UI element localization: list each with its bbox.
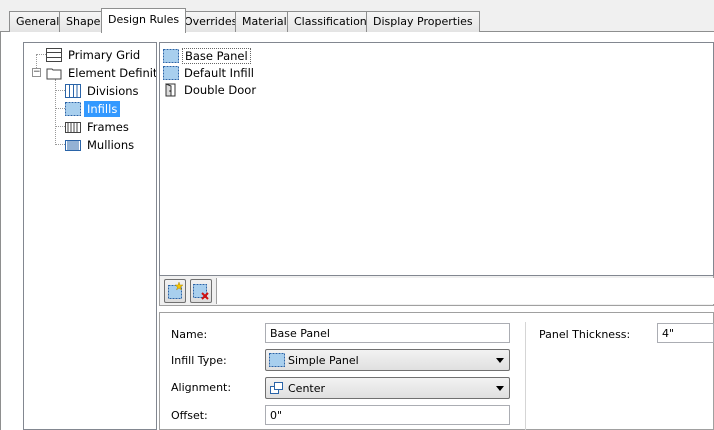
- infill-icon: [163, 65, 179, 80]
- tree-item-divisions[interactable]: Divisions: [65, 82, 142, 99]
- alignment-label: Alignment:: [171, 381, 232, 394]
- new-infill-icon: [168, 281, 184, 299]
- infill-type-dropdown[interactable]: Simple Panel: [265, 349, 510, 371]
- delete-infill-icon: [193, 284, 209, 300]
- tab-label: Display Properties: [373, 15, 473, 28]
- infill-icon: [65, 101, 81, 116]
- collapse-expander[interactable]: −: [32, 68, 41, 77]
- tab-display-properties[interactable]: Display Properties: [366, 11, 480, 32]
- tab-label: Shape: [66, 15, 101, 28]
- tab-label: Classifications: [294, 15, 373, 28]
- property-divider: [525, 322, 526, 430]
- remove-infill-button[interactable]: [190, 279, 212, 303]
- list-item-default-infill[interactable]: Default Infill: [163, 64, 256, 81]
- panel-thickness-field[interactable]: 4": [657, 323, 714, 343]
- tab-label: Design Rules: [108, 13, 180, 26]
- frames-icon: [65, 120, 81, 134]
- folder-icon: [46, 66, 62, 80]
- infill-icon: [269, 353, 285, 367]
- chevron-down-icon: [496, 358, 504, 363]
- tab-label: General: [16, 15, 60, 28]
- add-infill-button[interactable]: [164, 279, 186, 303]
- tree-item-element-definitions[interactable]: Element Definiti: [46, 64, 157, 81]
- mullions-icon: [65, 138, 81, 152]
- tree-item-label: Mullions: [87, 137, 135, 152]
- alignment-center-icon: [269, 381, 285, 395]
- tab-label: Overrides: [184, 15, 238, 28]
- list-item-label: Base Panel: [182, 47, 251, 64]
- list-item-label: Default Infill: [184, 65, 254, 80]
- tree-item-label: Infills: [84, 100, 121, 117]
- tree-item-label: Element Definiti: [68, 65, 157, 80]
- name-field[interactable]: Base Panel: [265, 323, 510, 343]
- name-label: Name:: [171, 328, 208, 341]
- tree-item-label: Primary Grid: [68, 47, 141, 62]
- tab-strip: General Shape Design Rules Overrides Mat…: [0, 0, 714, 33]
- panel-thickness-label: Panel Thickness:: [539, 328, 631, 341]
- infill-type-label: Infill Type:: [171, 354, 227, 367]
- list-item-base-panel[interactable]: Base Panel: [163, 47, 251, 64]
- alignment-value: Center: [288, 381, 326, 395]
- tree-item-frames[interactable]: Frames: [65, 118, 132, 135]
- tab-general[interactable]: General: [9, 11, 67, 32]
- list-item-label: Double Door: [184, 82, 257, 97]
- chevron-down-icon: [496, 386, 504, 391]
- tab-label: Materials: [242, 15, 293, 28]
- grid-icon: [46, 47, 62, 62]
- tree-item-primary-grid[interactable]: Primary Grid: [46, 46, 143, 63]
- alignment-dropdown[interactable]: Center: [265, 377, 510, 399]
- tree-item-infills[interactable]: Infills: [65, 100, 121, 117]
- divisions-icon: [65, 83, 81, 98]
- offset-label: Offset:: [171, 409, 208, 422]
- tree-item-label: Divisions: [87, 83, 139, 98]
- list-toolbar: [159, 276, 714, 306]
- infill-icon: [163, 48, 179, 63]
- offset-field[interactable]: 0": [265, 405, 510, 425]
- toolbar-blank-area: [216, 278, 714, 304]
- infill-list[interactable]: Base Panel Default Infill Double Door: [159, 42, 714, 276]
- tree-item-label: Frames: [87, 119, 129, 134]
- door-icon: [163, 82, 179, 97]
- tab-design-rules[interactable]: Design Rules: [101, 8, 187, 33]
- list-item-double-door[interactable]: Double Door: [163, 81, 258, 98]
- tree-item-mullions[interactable]: Mullions: [65, 136, 137, 153]
- element-tree[interactable]: − Primary Grid Element Definiti Division…: [23, 42, 157, 430]
- infill-type-value: Simple Panel: [288, 353, 359, 367]
